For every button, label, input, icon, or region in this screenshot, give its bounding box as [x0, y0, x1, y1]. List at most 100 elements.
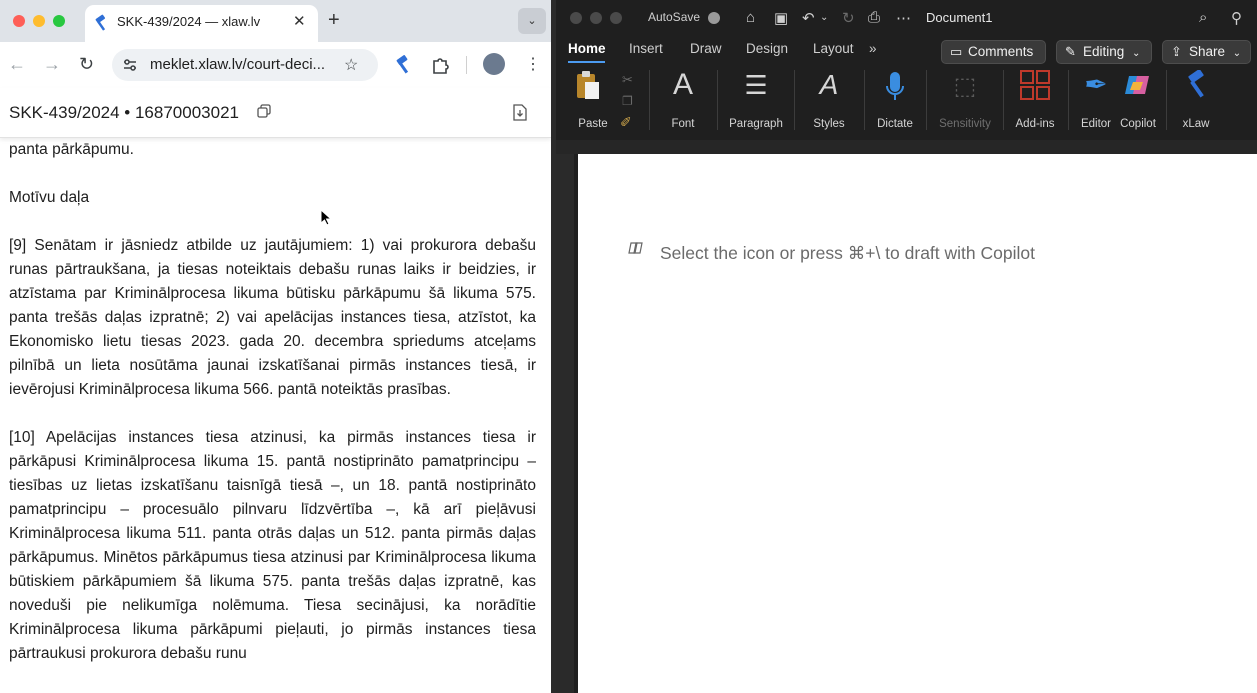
- browser-tab-active[interactable]: SKK-439/2024 — xlaw.lv ✕: [85, 5, 318, 42]
- share-icon: ⇪: [1171, 44, 1182, 59]
- paragraph-button[interactable]: ☰ Paragraph: [724, 70, 788, 132]
- ruler-strip: [556, 140, 1257, 154]
- copy-format-icon[interactable]: ❐: [622, 94, 633, 108]
- paragraph-10: [10] Apelācijas instances tiesa atzinusi…: [9, 429, 536, 662]
- menu-kebab-icon[interactable]: ⋮: [525, 54, 541, 74]
- home-icon[interactable]: ⌂: [746, 9, 755, 26]
- section-heading: Motīvu daļa: [9, 189, 90, 206]
- copilot-placeholder-text: Select the icon or press ⌘+\ to draft wi…: [660, 243, 1035, 263]
- undo-dropdown-chevron-icon[interactable]: ⌄: [820, 12, 828, 23]
- xlaw-favicon-icon: [95, 14, 106, 31]
- tab-design[interactable]: Design: [746, 41, 788, 56]
- comments-label: Comments: [968, 44, 1034, 59]
- tab-draw[interactable]: Draw: [690, 41, 722, 56]
- xlaw-addin-button[interactable]: xLaw: [1174, 70, 1218, 132]
- font-label: Font: [671, 118, 695, 130]
- tab-home[interactable]: Home: [568, 41, 606, 56]
- comments-button[interactable]: ▭ Comments: [941, 40, 1046, 64]
- account-icon[interactable]: ⚲: [1231, 9, 1242, 27]
- print-icon[interactable]: ⎙: [868, 9, 880, 26]
- paste-button[interactable]: Paste: [568, 70, 618, 132]
- editor-label: Editor: [1080, 118, 1112, 130]
- search-icon[interactable]: ⌕: [1199, 9, 1207, 26]
- browser-toolbar: ← → ↻ meklet.xlaw.lv/court-deci... ☆ ⋮: [0, 42, 551, 88]
- more-commands-icon[interactable]: ⋯: [896, 9, 911, 27]
- format-painter-icon[interactable]: ✐: [620, 114, 632, 131]
- autosave-label: AutoSave: [648, 10, 701, 24]
- share-label: Share: [1189, 44, 1226, 59]
- clipboard-icon: [577, 71, 599, 99]
- copy-icon[interactable]: [257, 104, 271, 118]
- document-page[interactable]: Select the icon or press ⌘+\ to draft wi…: [578, 154, 1257, 693]
- dictate-button[interactable]: Dictate: [869, 70, 921, 132]
- tab-search-chevron-icon[interactable]: ⌄: [518, 8, 546, 34]
- extensions-puzzle-icon[interactable]: [430, 54, 452, 76]
- lead-line: panta pārkāpumu.: [9, 141, 134, 158]
- paste-label: Paste: [578, 118, 608, 130]
- page-title: SKK-439/2024 • 16870003021: [9, 103, 239, 122]
- sensitivity-button: ⬚ Sensitivity: [933, 70, 997, 132]
- ribbon-home: Paste ✂ ❐ ✐ A Font ☰ Paragraph A Styles …: [556, 64, 1257, 140]
- word-close-button[interactable]: [570, 12, 582, 24]
- sensitivity-label: Sensitivity: [939, 118, 991, 130]
- browser-window: SKK-439/2024 — xlaw.lv ✕ + ⌄ ← → ↻ mekle…: [0, 0, 551, 693]
- cut-icon[interactable]: ✂: [622, 72, 633, 88]
- word-minimize-button[interactable]: [590, 12, 602, 24]
- redo-icon[interactable]: ↻: [842, 9, 855, 27]
- editing-chevron-icon: ⌄: [1132, 48, 1141, 59]
- pdf-download-icon[interactable]: [512, 104, 528, 121]
- share-button[interactable]: ⇪ Share ⌄: [1162, 40, 1251, 64]
- addins-label: Add-ins: [1015, 118, 1055, 130]
- paragraph-label: Paragraph: [729, 118, 783, 130]
- bookmark-star-icon[interactable]: ☆: [344, 55, 358, 75]
- address-url: meklet.xlaw.lv/court-deci...: [150, 56, 326, 73]
- undo-icon[interactable]: ↶: [802, 9, 815, 27]
- font-icon: A: [672, 68, 694, 101]
- minimize-window-button[interactable]: [33, 15, 45, 27]
- tab-insert[interactable]: Insert: [629, 41, 663, 56]
- word-window: AutoSave ⌂ ▣ ↶ ⌄ ↻ ⎙ ⋯ Document1 ⌕ ⚲ Hom…: [556, 0, 1257, 693]
- forward-icon[interactable]: →: [43, 54, 61, 75]
- xlaw-gavel-icon: [1188, 70, 1204, 98]
- comment-icon: ▭: [950, 44, 963, 59]
- addins-grid-icon: [1020, 70, 1050, 100]
- editing-mode-button[interactable]: ✎ Editing ⌄: [1056, 40, 1152, 64]
- tab-layout[interactable]: Layout: [813, 41, 854, 56]
- site-info-icon[interactable]: [122, 57, 138, 73]
- active-tab-indicator: [568, 61, 605, 63]
- copilot-label: Copilot: [1120, 118, 1156, 130]
- dictate-label: Dictate: [877, 118, 913, 130]
- addins-button[interactable]: Add-ins: [1010, 70, 1060, 132]
- word-zoom-button[interactable]: [610, 12, 622, 24]
- share-chevron-icon: ⌄: [1232, 48, 1242, 59]
- autosave-toggle[interactable]: [708, 12, 720, 24]
- styles-icon: A: [819, 69, 839, 100]
- back-icon[interactable]: ←: [8, 54, 26, 75]
- close-window-button[interactable]: [13, 15, 25, 27]
- editor-button[interactable]: ✒ Editor: [1074, 69, 1118, 132]
- copilot-button[interactable]: Copilot: [1116, 70, 1160, 132]
- new-tab-button[interactable]: +: [328, 9, 340, 32]
- ribbon-tab-bar: Home Insert Draw Design Layout » ▭ Comme…: [556, 36, 1257, 64]
- font-button[interactable]: A Font: [656, 68, 710, 132]
- left-margin: [556, 154, 574, 693]
- tab-title: SKK-439/2024 — xlaw.lv: [117, 14, 261, 29]
- editing-label: Editing: [1083, 44, 1125, 59]
- paragraph-9: [9] Senātam ir jāsniedz atbilde uz jautā…: [9, 237, 536, 398]
- copilot-draft-icon[interactable]: [628, 240, 644, 256]
- styles-button[interactable]: A Styles: [801, 69, 857, 132]
- address-bar[interactable]: meklet.xlaw.lv/court-deci... ☆: [112, 49, 378, 81]
- reload-icon[interactable]: ↻: [79, 54, 94, 75]
- zoom-window-button[interactable]: [53, 15, 65, 27]
- tab-close-icon[interactable]: ✕: [293, 12, 306, 30]
- word-titlebar: AutoSave ⌂ ▣ ↶ ⌄ ↻ ⎙ ⋯ Document1 ⌕ ⚲: [556, 0, 1257, 36]
- more-tabs-chevron-icon[interactable]: »: [869, 41, 877, 56]
- styles-label: Styles: [813, 118, 845, 130]
- court-decision-text: panta pārkāpumu. Motīvu daļa [9] Senātam…: [9, 138, 536, 693]
- pencil-icon: ✎: [1065, 44, 1076, 59]
- profile-avatar[interactable]: [483, 53, 505, 75]
- copilot-icon: [1125, 76, 1149, 94]
- xlaw-extension-icon[interactable]: [393, 54, 415, 76]
- save-icon[interactable]: ▣: [774, 9, 788, 27]
- microphone-icon: [886, 72, 904, 100]
